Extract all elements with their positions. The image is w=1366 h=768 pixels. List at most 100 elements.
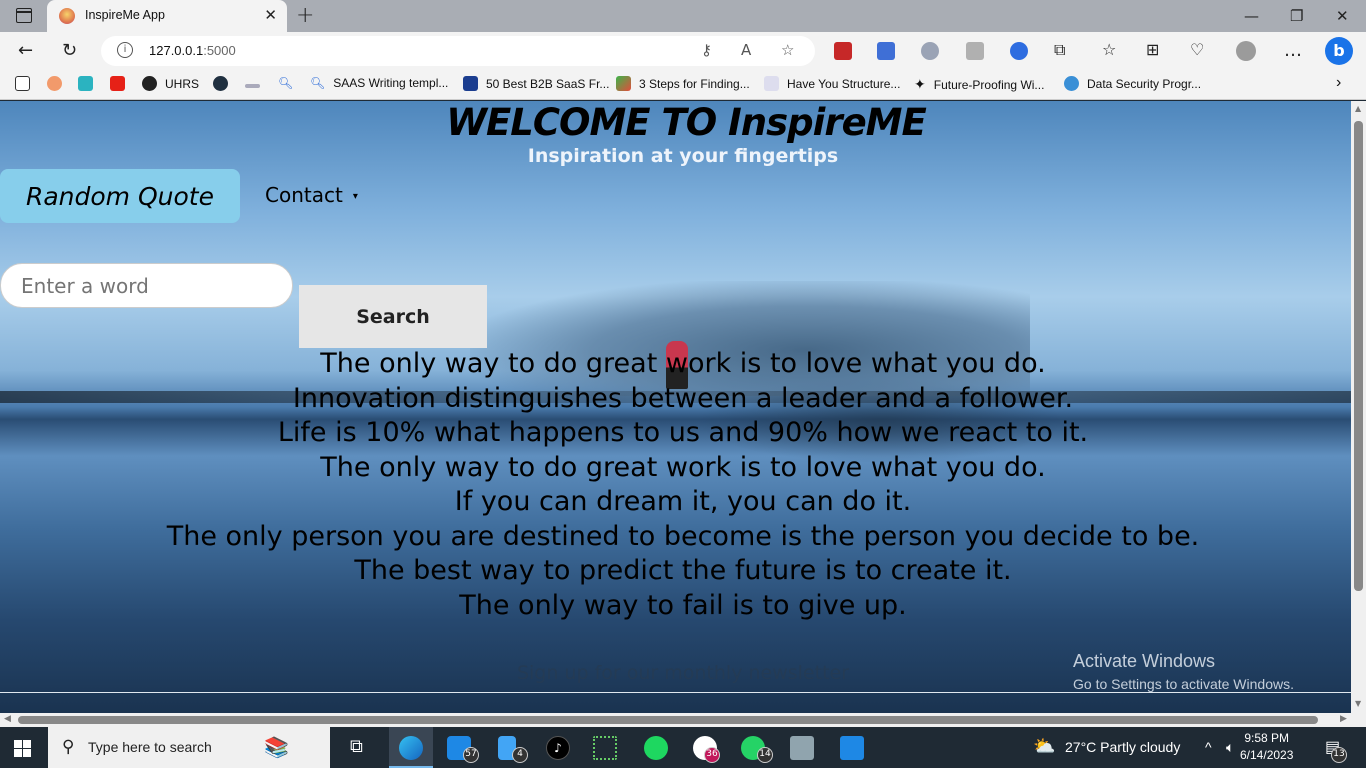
bookmark-icon: [463, 76, 478, 91]
tk-icon: [78, 76, 93, 91]
vscode-icon[interactable]: [840, 736, 864, 760]
restore-icon[interactable]: ❐: [1290, 7, 1303, 25]
key-icon[interactable]: ⚷: [701, 41, 712, 59]
sk-icon: [213, 76, 228, 91]
favorite-star-icon[interactable]: ☆: [781, 41, 794, 59]
bookmark-item[interactable]: Have You Structure...: [764, 76, 900, 91]
more-menu-icon[interactable]: …: [1284, 40, 1302, 61]
search-icon: 🔍︎: [310, 76, 326, 90]
scroll-right-icon[interactable]: ▶: [1340, 714, 1347, 724]
bookmarks-overflow-chevron-icon[interactable]: ›: [1336, 74, 1341, 92]
remote-desktop-icon[interactable]: [790, 736, 814, 760]
scroll-up-icon[interactable]: ▲: [1355, 104, 1361, 113]
quote-item: The only way to do great work is to love…: [320, 451, 1046, 483]
back-icon[interactable]: ←: [18, 40, 33, 61]
bookmark-item[interactable]: 🔍︎ SAAS Writing templ...: [310, 76, 448, 90]
browser-essentials-icon[interactable]: ♡: [1190, 40, 1204, 59]
read-aloud-icon[interactable]: A: [741, 41, 751, 59]
new-tab-icon[interactable]: +: [296, 3, 314, 28]
collections-icon[interactable]: ⊞: [1146, 40, 1159, 59]
uhrs-icon: [142, 76, 157, 91]
bookmark-item[interactable]: Data Security Progr...: [1064, 76, 1201, 91]
scroll-down-icon[interactable]: ▼: [1355, 699, 1361, 708]
weather-icon[interactable]: ⛅: [1033, 736, 1055, 757]
search-highlight-books-icon[interactable]: 📚: [258, 727, 330, 768]
search-icon: 🔍︎: [278, 76, 294, 90]
matrix-app-icon[interactable]: [593, 736, 617, 760]
browser-tab[interactable]: InspireMe App ✕: [47, 0, 287, 32]
bookmark-item[interactable]: [245, 76, 260, 88]
clock-date: 6/14/2023: [1240, 748, 1294, 762]
bookmark-item[interactable]: [15, 76, 30, 91]
refresh-icon[interactable]: ↻: [62, 40, 77, 61]
vertical-scroll-thumb[interactable]: [1354, 121, 1363, 591]
page-subtitle: Inspiration at your fingertips: [527, 145, 839, 167]
activate-windows-watermark: Activate Windows Go to Settings to activ…: [1073, 651, 1294, 692]
quote-item: The only person you are destined to beco…: [166, 520, 1200, 552]
windows-start-icon[interactable]: [14, 740, 31, 757]
tab-actions-icon[interactable]: [16, 8, 32, 23]
bing-icon[interactable]: b: [1325, 37, 1353, 65]
show-hidden-icons-icon[interactable]: ^: [1205, 739, 1212, 755]
quote-item: The only way to fail is to give up.: [459, 589, 907, 621]
phone-link-badge: 4: [512, 747, 528, 763]
extension-circle-icon[interactable]: [1010, 42, 1028, 60]
page-content: WELCOME TO InspireME Inspiration at your…: [0, 101, 1351, 713]
contact-dropdown[interactable]: Contact ▾: [265, 183, 358, 207]
extension-grammarly-icon[interactable]: [921, 42, 939, 60]
notification-badge: 13: [1331, 747, 1347, 763]
random-quote-button[interactable]: Random Quote: [0, 169, 240, 223]
bookmark-item[interactable]: UHRS: [142, 76, 199, 91]
watermark-title: Activate Windows: [1073, 651, 1216, 671]
minimize-icon[interactable]: —: [1244, 7, 1259, 25]
edge-icon[interactable]: [399, 736, 423, 760]
bookmark-item[interactable]: 3 Steps for Finding...: [616, 76, 750, 91]
quote-item: The only way to do great work is to love…: [320, 348, 1046, 379]
bookmark-item[interactable]: 50 Best B2B SaaS Fr...: [463, 76, 609, 91]
horizontal-scroll-thumb[interactable]: [18, 716, 1318, 724]
favorites-icon[interactable]: ☆: [1102, 40, 1116, 59]
browser-toolbar: ← ↻ i 127.0.0.1:5000 ⚷ A ☆ ⧉ ☆ ⊞ ♡ … b: [0, 32, 1366, 70]
bookmark-item[interactable]: ✦ Future-Proofing Wi...: [914, 76, 1044, 93]
vertical-scrollbar[interactable]: ▲ ▼: [1351, 101, 1366, 713]
bookmark-item[interactable]: [47, 76, 62, 91]
profile-avatar-icon[interactable]: [1236, 41, 1256, 61]
task-view-icon[interactable]: ⧉: [350, 736, 363, 757]
shield-icon: [1064, 76, 1079, 91]
address-bar[interactable]: i 127.0.0.1:5000 ⚷ A ☆: [101, 36, 815, 66]
weather-text[interactable]: 27°C Partly cloudy: [1065, 739, 1180, 755]
horizontal-scrollbar[interactable]: ◀ ▶: [0, 713, 1366, 727]
volume-icon[interactable]: 🔈︎: [1226, 739, 1234, 756]
site-info-icon[interactable]: i: [117, 42, 133, 58]
bookmark-label: Have You Structure...: [787, 76, 901, 91]
extension-blue-icon[interactable]: [877, 42, 895, 60]
spotify-icon[interactable]: [644, 736, 668, 760]
tiktok-icon[interactable]: ♪: [546, 736, 570, 760]
extension-gray-icon[interactable]: [966, 42, 984, 60]
bookmark-label: UHRS: [165, 76, 200, 91]
youtube-icon: [110, 76, 125, 91]
slack-badge: 36: [704, 747, 720, 763]
bookmark-item[interactable]: [78, 76, 93, 91]
taskbar-search-box[interactable]: ⚲ Type here to search: [48, 727, 258, 768]
word-search-input[interactable]: [0, 263, 293, 308]
bookmark-label: Data Security Progr...: [1087, 76, 1202, 91]
scroll-left-icon[interactable]: ◀: [4, 714, 11, 724]
bookmark-item[interactable]: 🔍︎: [278, 76, 293, 90]
url-host: 127.0.0.1: [149, 43, 204, 58]
close-tab-icon[interactable]: ✕: [264, 6, 277, 24]
quote-item: Life is 10% what happens to us and 90% h…: [277, 417, 1089, 448]
close-window-icon[interactable]: ✕: [1336, 7, 1349, 25]
url-text[interactable]: 127.0.0.1:5000: [149, 43, 236, 58]
bookmark-item[interactable]: [213, 76, 228, 91]
url-port: :5000: [203, 43, 236, 58]
bookmark-item[interactable]: [110, 76, 125, 91]
browser-tab-bar: InspireMe App ✕ + — ❐ ✕: [0, 0, 1366, 32]
extensions-puzzle-icon[interactable]: ⧉: [1054, 40, 1065, 60]
taskbar-clock[interactable]: 9:58 PM 6/14/2023: [1240, 730, 1293, 764]
extension-red-icon[interactable]: [834, 42, 852, 60]
quote-item: The best way to predict the future is to…: [354, 555, 1012, 586]
quote-list: The only way to do great work is to love…: [140, 347, 1226, 623]
tab-title: InspireMe App: [85, 8, 165, 22]
search-button[interactable]: Search: [299, 285, 487, 348]
